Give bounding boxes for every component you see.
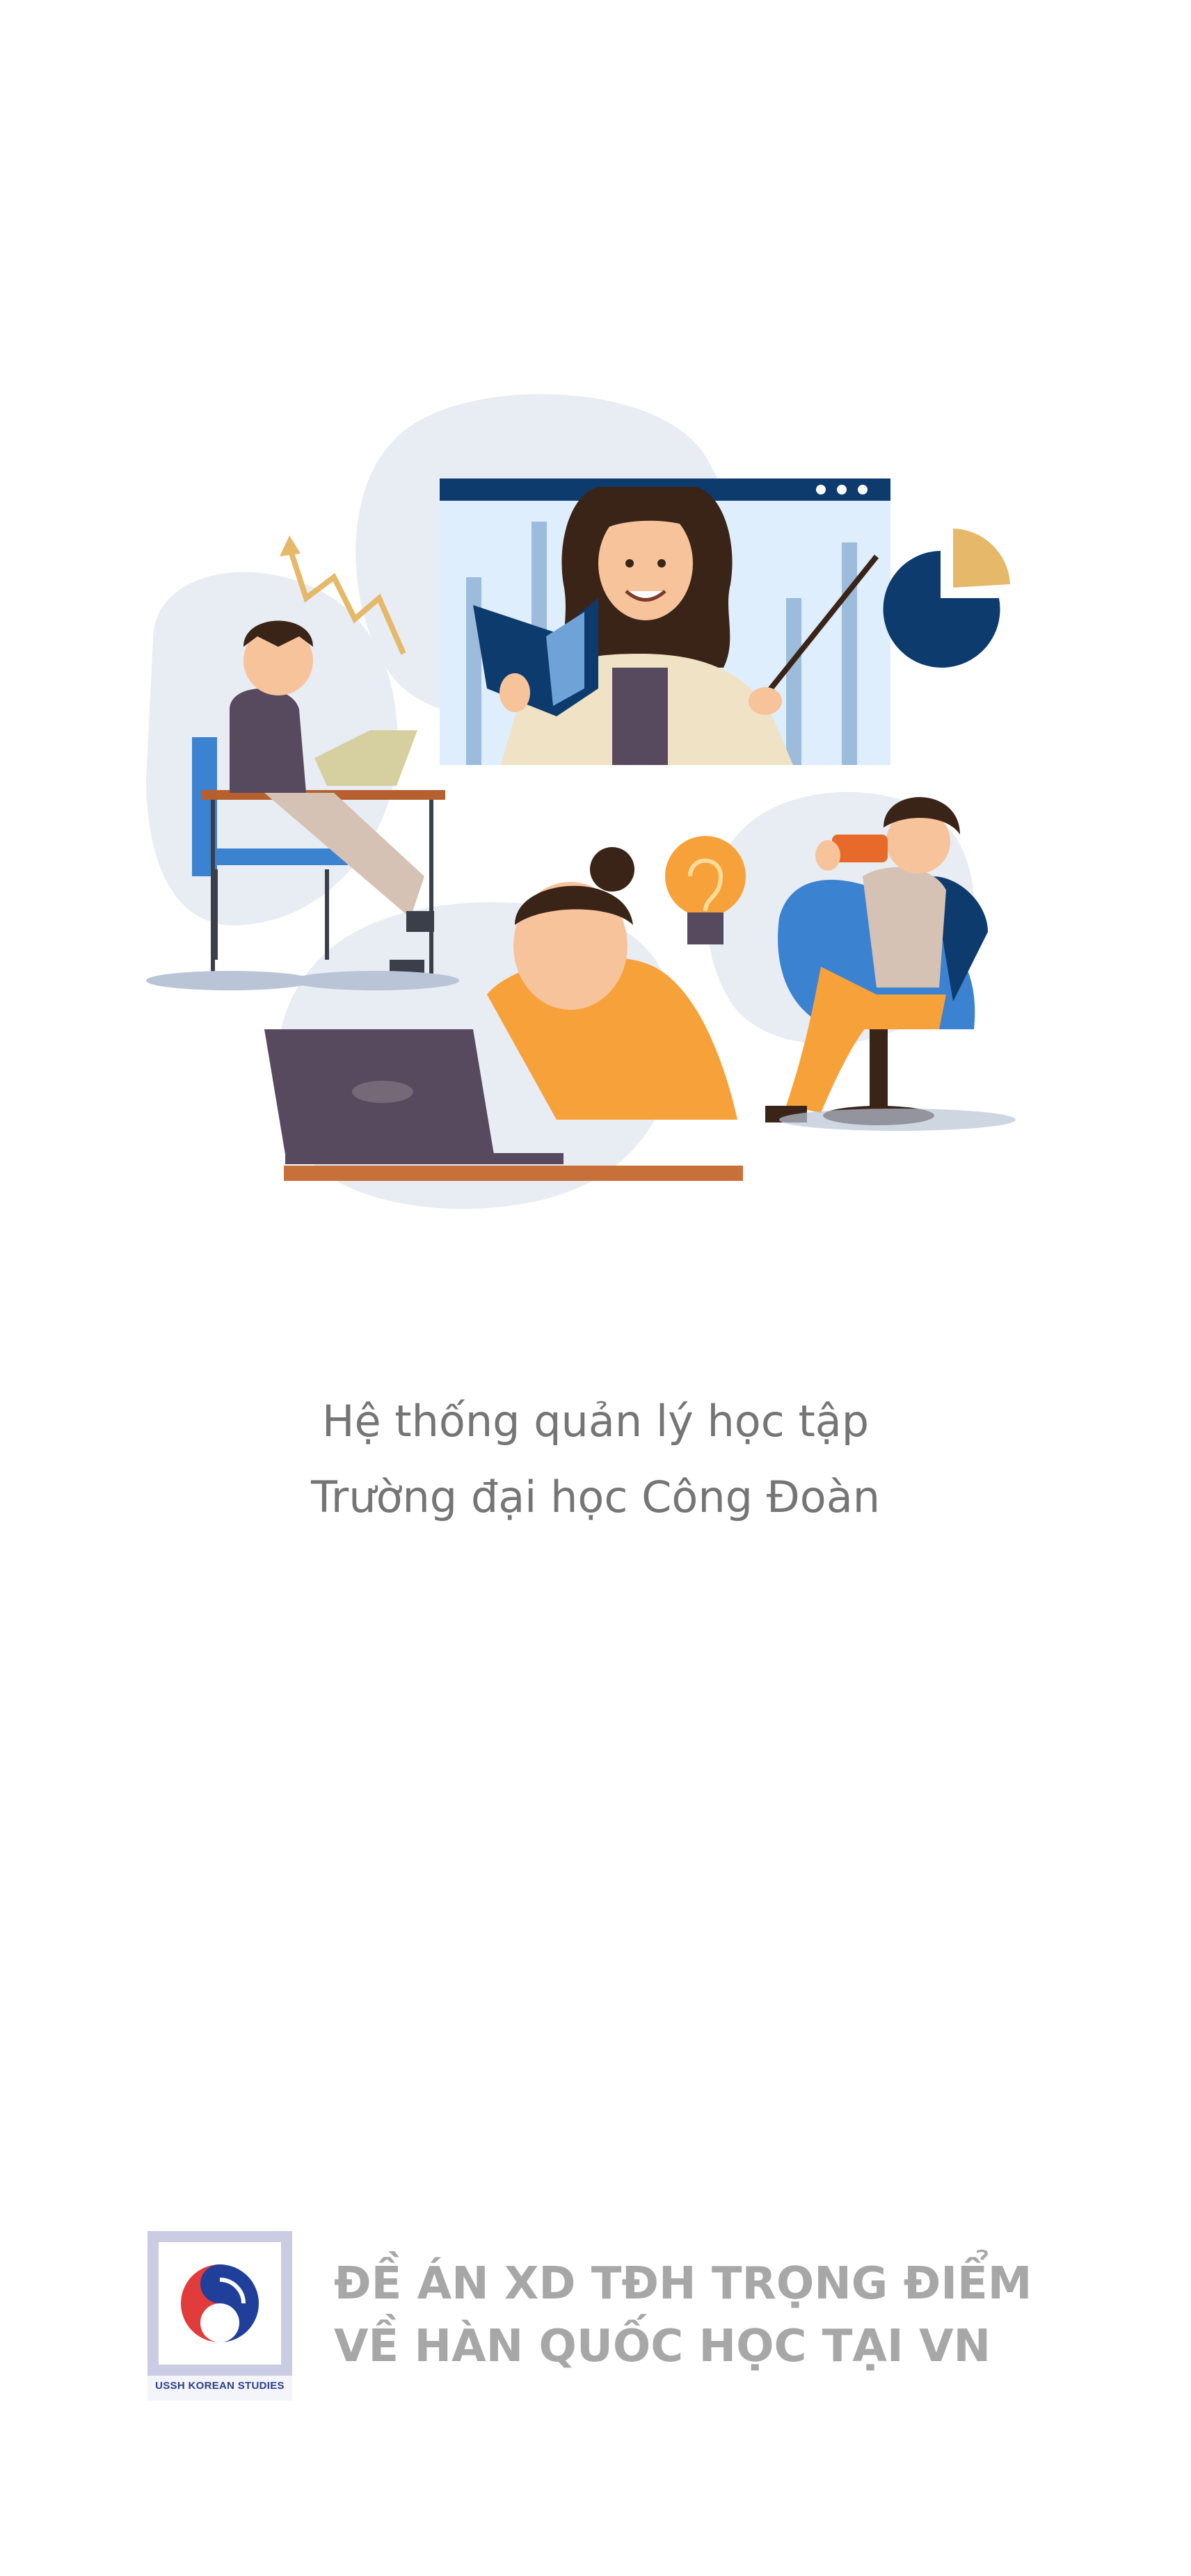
project-title-line1: ĐỀ ÁN XD TĐH TRỌNG ĐIỂM <box>334 2258 1032 2310</box>
system-title: Hệ thống quản lý học tập <box>321 1396 870 1447</box>
university-name: Trường đại học Công Đoàn <box>311 1472 880 1522</box>
taeguk-emblem-icon <box>181 2264 259 2342</box>
pie-chart-icon <box>883 529 1010 668</box>
project-title-line2: VỀ HÀN QUỐC HỌC TẠI VN <box>334 2321 991 2372</box>
logo-caption: USSH KOREAN STUDIES <box>155 2380 285 2392</box>
online-learning-illustration <box>125 389 1071 1245</box>
ussh-korean-studies-logo: USSH KOREAN STUDIES <box>147 2231 292 2401</box>
